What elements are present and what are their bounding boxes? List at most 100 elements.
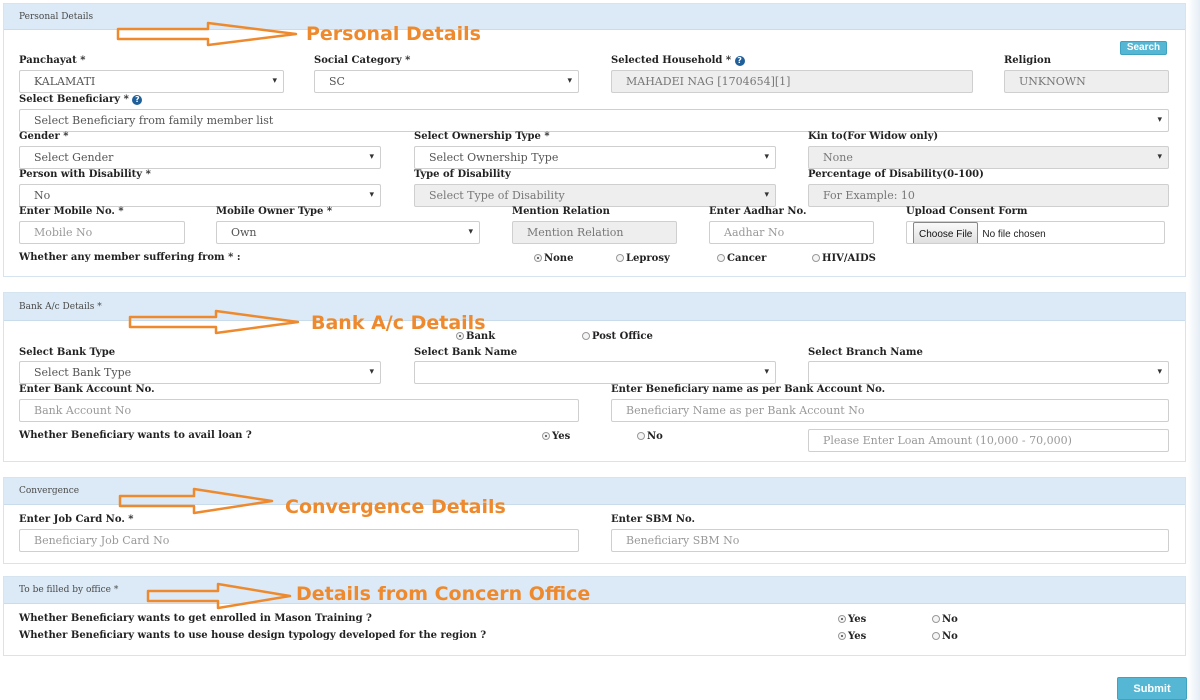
- sbm-input[interactable]: Beneficiary SBM No: [611, 529, 1169, 552]
- radio-dot[interactable]: [534, 254, 542, 262]
- help-icon[interactable]: ?: [734, 56, 745, 66]
- disability-percentage-label: Percentage of Disability(0-100): [808, 169, 984, 180]
- arrow-icon: [118, 487, 274, 515]
- mobile-owner-select[interactable]: Own: [216, 221, 480, 244]
- radio-label: Yes: [848, 614, 867, 625]
- radio-label: Post Office: [592, 331, 653, 342]
- radio-dot[interactable]: [542, 432, 550, 440]
- house-design-yes[interactable]: Yes: [838, 631, 866, 642]
- loan-option-no[interactable]: No: [637, 431, 663, 442]
- help-icon[interactable]: ?: [132, 95, 143, 105]
- mobile-label: Enter Mobile No. *: [19, 206, 124, 217]
- disability-label: Person with Disability *: [19, 169, 151, 180]
- radio-dot[interactable]: [616, 254, 624, 262]
- disability-type-select: Select Type of Disability: [414, 184, 776, 207]
- beneficiary-name-input[interactable]: Beneficiary Name as per Bank Account No: [611, 399, 1169, 422]
- bank-type-label: Select Bank Type: [19, 347, 116, 358]
- panel-header-title: Bank A/c Details *: [19, 302, 102, 312]
- ownership-type-label: Select Ownership Type *: [414, 131, 550, 142]
- mobile-input[interactable]: Mobile No: [19, 221, 185, 244]
- account-no-label: Enter Bank Account No.: [19, 384, 155, 395]
- radio-label: None: [544, 253, 574, 264]
- relation-input: Mention Relation: [512, 221, 677, 244]
- loan-label: Whether Beneficiary wants to avail loan …: [19, 430, 252, 441]
- job-card-input[interactable]: Beneficiary Job Card No: [19, 529, 579, 552]
- beneficiary-label: Select Beneficiary * ?: [19, 94, 143, 105]
- radio-dot[interactable]: [838, 615, 846, 623]
- selected-household-field: MAHADEI NAG [1704654][1]: [611, 70, 973, 93]
- religion-field: UNKNOWN: [1004, 70, 1169, 93]
- radio-dot[interactable]: [637, 432, 645, 440]
- radio-label: No: [942, 614, 958, 625]
- radio-dot[interactable]: [812, 254, 820, 262]
- account-kind-post-office[interactable]: Post Office: [582, 331, 653, 342]
- selected-household-label-text: Selected Household *: [611, 55, 732, 66]
- religion-label: Religion: [1004, 55, 1052, 66]
- suffering-option-cancer[interactable]: Cancer: [717, 253, 766, 264]
- office-details-annotation: Details from Concern Office: [296, 583, 591, 605]
- bank-name-select[interactable]: [414, 361, 776, 384]
- consent-upload[interactable]: Choose File No file chosen: [906, 221, 1165, 244]
- radio-dot[interactable]: [838, 632, 846, 640]
- panchayat-select[interactable]: KALAMATI: [19, 70, 284, 93]
- mason-training-yes[interactable]: Yes: [838, 614, 866, 625]
- radio-dot[interactable]: [717, 254, 725, 262]
- beneficiary-label-text: Select Beneficiary *: [19, 94, 129, 105]
- account-no-input[interactable]: Bank Account No: [19, 399, 579, 422]
- mason-training-no[interactable]: No: [932, 614, 958, 625]
- branch-name-label: Select Branch Name: [808, 347, 923, 358]
- choose-file-button[interactable]: Choose File: [913, 222, 979, 243]
- kin-to-label: Kin to(For Widow only): [808, 131, 939, 142]
- radio-label: Cancer: [727, 253, 767, 264]
- radio-label: No: [942, 631, 958, 642]
- radio-label: No: [647, 431, 663, 442]
- radio-label: Yes: [552, 431, 571, 442]
- disability-select[interactable]: No: [19, 184, 381, 207]
- disability-percentage-input: For Example: 10: [808, 184, 1169, 207]
- suffering-option-none[interactable]: None: [534, 253, 573, 264]
- loan-option-yes[interactable]: Yes: [542, 431, 570, 442]
- suffering-option-leprosy[interactable]: Leprosy: [616, 253, 670, 264]
- bank-type-select[interactable]: Select Bank Type: [19, 361, 381, 384]
- search-button[interactable]: Search: [1120, 41, 1167, 55]
- radio-dot[interactable]: [582, 332, 590, 340]
- mason-training-label: Whether Beneficiary wants to get enrolle…: [19, 613, 372, 624]
- panel-header-title: To be filled by office *: [19, 585, 119, 595]
- personal-details-annotation: Personal Details: [306, 23, 481, 45]
- radio-dot[interactable]: [932, 632, 940, 640]
- disability-type-label: Type of Disability: [414, 169, 511, 180]
- loan-amount-input[interactable]: Please Enter Loan Amount (10,000 - 70,00…: [808, 429, 1169, 452]
- radio-label: HIV/AIDS: [822, 253, 876, 264]
- suffering-option-hiv[interactable]: HIV/AIDS: [812, 253, 876, 264]
- selected-household-label: Selected Household * ?: [611, 55, 745, 66]
- panel-header-title: Personal Details: [19, 12, 94, 22]
- kin-to-select: None: [808, 146, 1169, 169]
- page-edge-shadow: [1188, 0, 1200, 700]
- mobile-owner-label: Mobile Owner Type *: [216, 206, 333, 217]
- consent-label: Upload Consent Form: [906, 206, 1028, 217]
- file-status: No file chosen: [982, 229, 1046, 240]
- bank-details-annotation: Bank A/c Details: [311, 312, 486, 334]
- beneficiary-select[interactable]: Select Beneficiary from family member li…: [19, 109, 1169, 132]
- branch-name-select[interactable]: [808, 361, 1169, 384]
- house-design-no[interactable]: No: [932, 631, 958, 642]
- social-category-label: Social Category *: [314, 55, 411, 66]
- panel-header-title: Convergence: [19, 486, 80, 496]
- job-card-label: Enter Job Card No. *: [19, 514, 134, 525]
- aadhar-input[interactable]: Aadhar No: [709, 221, 874, 244]
- arrow-icon: [116, 21, 298, 47]
- relation-label: Mention Relation: [512, 206, 610, 217]
- submit-button[interactable]: Submit: [1117, 677, 1187, 700]
- gender-select[interactable]: Select Gender: [19, 146, 381, 169]
- ownership-type-select[interactable]: Select Ownership Type: [414, 146, 776, 169]
- radio-label: Yes: [848, 631, 867, 642]
- bank-name-label: Select Bank Name: [414, 347, 518, 358]
- house-design-label: Whether Beneficiary wants to use house d…: [19, 630, 487, 641]
- social-category-select[interactable]: SC: [314, 70, 579, 93]
- gender-label: Gender *: [19, 131, 69, 142]
- convergence-annotation: Convergence Details: [285, 496, 506, 518]
- aadhar-label: Enter Aadhar No.: [709, 206, 807, 217]
- arrow-icon: [128, 309, 300, 335]
- sbm-label: Enter SBM No.: [611, 514, 695, 525]
- radio-dot[interactable]: [932, 615, 940, 623]
